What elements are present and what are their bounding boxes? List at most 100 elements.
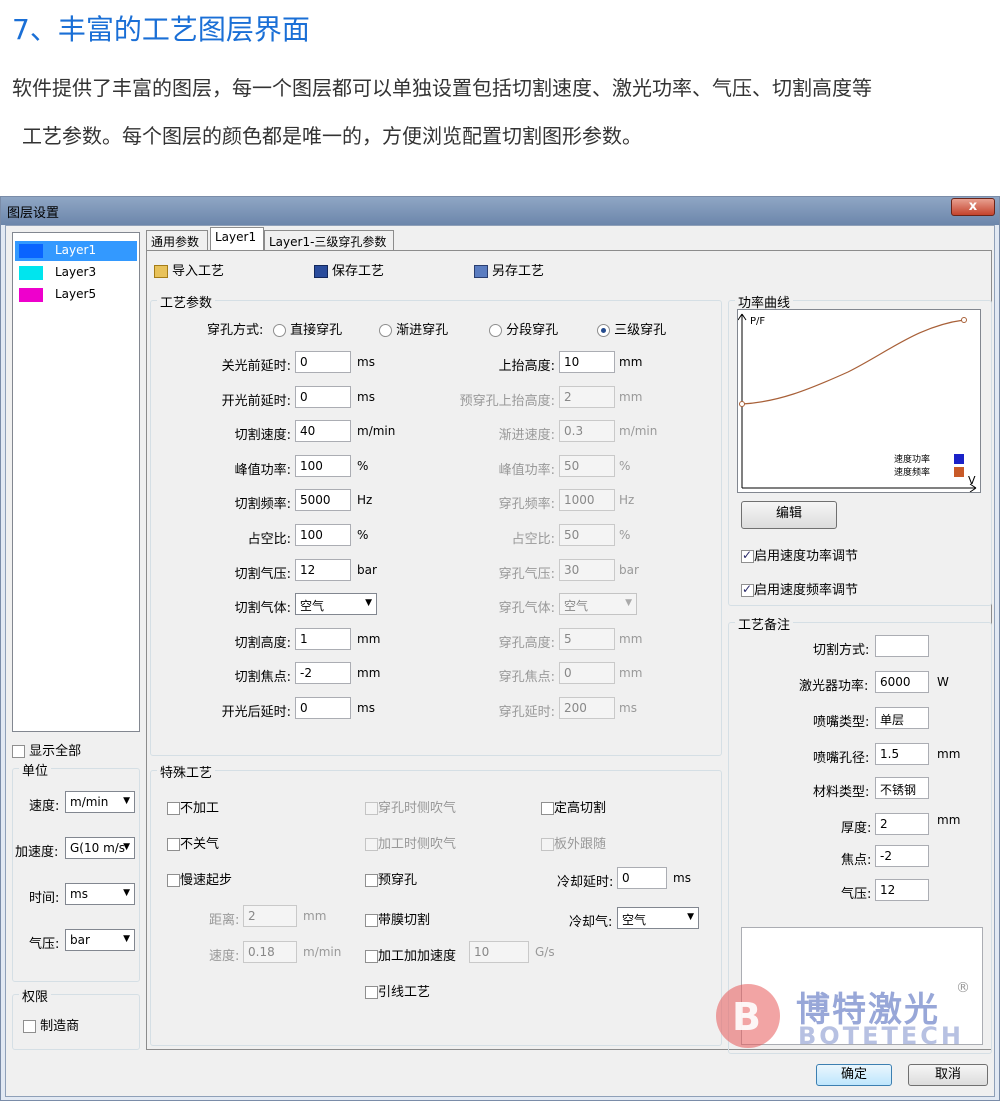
right-param-input[interactable]: 10 — [559, 351, 615, 373]
fixed-height-checkbox[interactable]: 定高切割 — [541, 797, 606, 816]
checkbox-box[interactable] — [365, 914, 378, 927]
film-cut-checkbox[interactable]: 带膜切割 — [365, 909, 430, 928]
power-curve-svg: P/F V 速度功率 速度频率 — [737, 313, 977, 493]
checkbox-box[interactable] — [365, 950, 378, 963]
layer-list[interactable]: Layer1 Layer3 Layer5 — [12, 232, 140, 732]
checkbox-box[interactable] — [365, 986, 378, 999]
save-as-process-button[interactable]: 另存工艺 — [474, 260, 544, 279]
layer-item-layer1[interactable]: Layer1 — [15, 241, 137, 261]
process-notes-title: 工艺备注 — [735, 614, 794, 633]
cool-gas-select[interactable]: 空气 — [617, 907, 699, 929]
right-param-input[interactable]: 5 — [559, 627, 615, 650]
slow-start-checkbox[interactable]: 慢速起步 — [167, 869, 232, 888]
checkbox-box[interactable] — [365, 802, 378, 815]
unit-speed-select[interactable]: m/min — [65, 791, 135, 813]
no-shutter-checkbox[interactable]: 不关气 — [167, 833, 219, 852]
window-client: Layer1 Layer3 Layer5 显示全部 单位 速度: m/min 加… — [5, 225, 995, 1097]
right-param-input[interactable]: 30 — [559, 558, 615, 581]
checkbox-box[interactable] — [365, 874, 378, 887]
show-all-checkbox[interactable]: 显示全部 — [12, 740, 81, 759]
nozzle-type-input[interactable]: 单层 — [875, 707, 929, 729]
left-param-input[interactable]: -2 — [295, 662, 351, 685]
pierce-option-segmented[interactable]: 分段穿孔 — [489, 319, 558, 338]
right-param-input[interactable]: 50 — [559, 454, 615, 477]
blow-pierce-checkbox[interactable]: 穿孔时侧吹气 — [365, 797, 456, 816]
radio-direct[interactable] — [273, 324, 286, 337]
layer-item-layer3[interactable]: Layer3 — [15, 263, 137, 283]
enable-speed-freq-checkbox[interactable]: 启用速度频率调节 — [741, 579, 858, 598]
right-param-input[interactable]: 2 — [559, 385, 615, 408]
close-button[interactable]: x — [951, 198, 995, 216]
laser-power-input[interactable]: 6000 — [875, 671, 929, 693]
outside-follow-checkbox[interactable]: 板外跟随 — [541, 833, 606, 852]
checkbox-box[interactable] — [741, 582, 754, 597]
right-param-input[interactable]: 0 — [559, 662, 615, 685]
radio-three-stage[interactable] — [597, 324, 610, 337]
radio-progressive[interactable] — [379, 324, 392, 337]
checkbox-box[interactable] — [541, 838, 554, 851]
focus-input[interactable]: -2 — [875, 845, 929, 867]
right-param-label: 穿孔频率: — [498, 497, 555, 513]
lead-line-checkbox[interactable]: 引线工艺 — [365, 981, 430, 1000]
left-param-input[interactable]: 0 — [295, 697, 351, 719]
cut-mode-input[interactable] — [875, 635, 929, 657]
cool-delay-input[interactable]: 0 — [617, 867, 667, 889]
checkbox-box[interactable] — [541, 802, 554, 815]
left-param-input[interactable]: 12 — [295, 558, 351, 581]
left-param-input[interactable]: 0 — [295, 385, 351, 408]
notes-pressure-input[interactable]: 12 — [875, 879, 929, 901]
unit-accel-label: 加速度: — [15, 845, 59, 860]
cancel-button[interactable]: 取消 — [908, 1064, 988, 1086]
left-param-input[interactable]: 5000 — [295, 489, 351, 512]
pierce-option-direct[interactable]: 直接穿孔 — [273, 319, 342, 338]
manufacturer-checkbox[interactable]: 制造商 — [23, 1015, 79, 1034]
distance-input[interactable]: 2 — [243, 905, 297, 927]
accel-checkbox[interactable]: 加工加加速度 — [365, 945, 456, 964]
import-process-button[interactable]: 导入工艺 — [154, 260, 224, 279]
right-param-label: 预穿孔上抬高度: — [459, 393, 555, 409]
left-param-input[interactable]: 100 — [295, 454, 351, 477]
checkbox-box[interactable] — [167, 802, 180, 815]
unit-accel-select[interactable]: G(10 m/s — [65, 837, 135, 859]
slow-start-label: 慢速起步 — [180, 873, 233, 888]
unit-time-select[interactable]: ms — [65, 883, 135, 905]
layer-label: Layer1 — [55, 243, 97, 257]
edit-curve-button[interactable]: 编辑 — [741, 501, 837, 529]
enable-speed-power-checkbox[interactable]: 启用速度功率调节 — [741, 545, 858, 564]
checkbox-box[interactable] — [167, 838, 180, 851]
pierce-option-progressive[interactable]: 渐进穿孔 — [379, 319, 448, 338]
right-param-input[interactable]: 50 — [559, 524, 615, 546]
tab-layer1-pierce[interactable]: Layer1-三级穿孔参数 — [264, 230, 394, 250]
tab-general[interactable]: 通用参数 — [146, 230, 208, 250]
checkbox-box[interactable] — [12, 745, 25, 758]
pierce-option-three-stage[interactable]: 三级穿孔 — [597, 319, 666, 338]
right-param-input[interactable]: 0.3 — [559, 420, 615, 443]
left-param-select[interactable]: 空气 — [295, 593, 377, 616]
radio-segmented[interactable] — [489, 324, 502, 337]
thickness-input[interactable]: 2 — [875, 813, 929, 835]
left-param-input[interactable]: 0 — [295, 351, 351, 373]
pre-pierce-checkbox[interactable]: 预穿孔 — [365, 869, 417, 888]
checkbox-box[interactable] — [23, 1020, 36, 1033]
checkbox-box[interactable] — [741, 548, 754, 563]
material-input[interactable]: 不锈钢 — [875, 777, 929, 799]
blow-process-checkbox[interactable]: 加工时侧吹气 — [365, 833, 456, 852]
window-titlebar[interactable]: 图层设置 x — [1, 197, 999, 225]
no-process-checkbox[interactable]: 不加工 — [167, 797, 219, 816]
unit-pressure-select[interactable]: bar — [65, 929, 135, 951]
slow-speed-input[interactable]: 0.18 — [243, 941, 297, 963]
right-param-select[interactable]: 空气 — [559, 593, 637, 616]
nozzle-dia-input[interactable]: 1.5 — [875, 743, 929, 765]
left-param-input[interactable]: 1 — [295, 627, 351, 650]
ok-button[interactable]: 确定 — [816, 1064, 892, 1086]
layer-item-layer5[interactable]: Layer5 — [15, 285, 137, 305]
checkbox-box[interactable] — [167, 874, 180, 887]
save-process-button[interactable]: 保存工艺 — [314, 260, 384, 279]
left-param-input[interactable]: 100 — [295, 524, 351, 546]
accel-input[interactable]: 10 — [469, 941, 529, 963]
checkbox-box[interactable] — [365, 838, 378, 851]
left-param-input[interactable]: 40 — [295, 420, 351, 443]
right-param-input[interactable]: 200 — [559, 697, 615, 719]
tab-layer1[interactable]: Layer1 — [210, 227, 264, 251]
right-param-input[interactable]: 1000 — [559, 489, 615, 512]
